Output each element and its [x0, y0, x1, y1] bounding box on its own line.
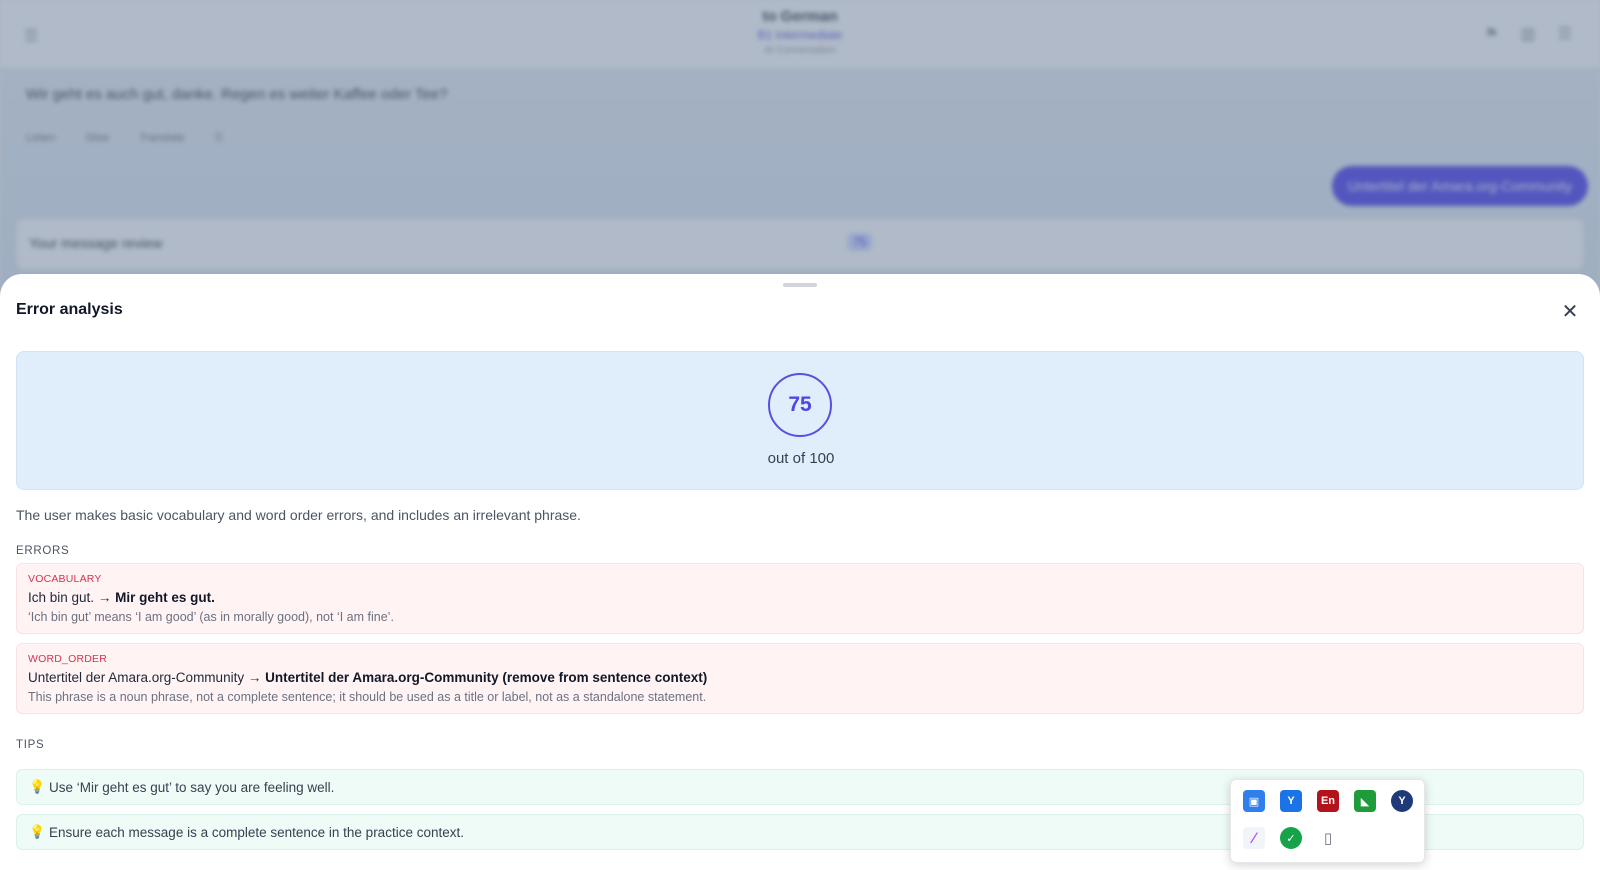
error-correction: Untertitel der Amara.org-Community (remo…	[265, 670, 708, 685]
error-original: Ich bin gut.	[28, 590, 95, 605]
security-shield-icon[interactable]: ✓	[1280, 827, 1302, 849]
arrow-icon: →	[97, 590, 112, 605]
error-type: VOCABULARY	[28, 573, 102, 585]
error-correction-line: Ich bin gut. → Mir geht es gut.	[28, 590, 215, 605]
error-correction-line: Untertitel der Amara.org-Community → Unt…	[28, 670, 707, 685]
lightbulb-icon: 💡	[29, 824, 46, 839]
close-icon[interactable]: ✕	[1558, 300, 1582, 324]
score-circle: 75	[768, 373, 832, 437]
modal-overlay[interactable]	[0, 0, 1600, 300]
lightbulb-icon: 💡	[29, 779, 46, 794]
error-correction: Mir geht es gut.	[115, 590, 215, 605]
errors-heading: ERRORS	[16, 545, 70, 557]
sheet-title: Error analysis	[16, 301, 123, 318]
score-card: 75 out of 100	[16, 351, 1584, 490]
error-type: WORD_ORDER	[28, 653, 108, 665]
error-item: WORD_ORDER Untertitel der Amara.org-Comm…	[16, 643, 1584, 714]
tips-heading: TIPS	[16, 739, 45, 751]
sheet-drag-handle[interactable]	[783, 283, 817, 287]
tip-text: Ensure each message is a complete senten…	[49, 825, 464, 840]
score-out-of: out of 100	[767, 450, 835, 467]
yandex-browser-icon[interactable]: Y	[1280, 790, 1302, 812]
dictionary-en-icon[interactable]: En	[1317, 790, 1339, 812]
display-settings-icon[interactable]: ▣	[1243, 790, 1265, 812]
usb-drive-icon[interactable]: ▯	[1317, 827, 1339, 849]
analysis-summary: The user makes basic vocabulary and word…	[16, 507, 581, 523]
system-tray-popup: ▣ Y En ◣ Y ∕ ✓ ▯	[1230, 779, 1425, 863]
arrow-icon: →	[247, 670, 262, 685]
error-original: Untertitel der Amara.org-Community	[28, 670, 245, 685]
tip-text: Use ‘Mir geht es gut’ to say you are fee…	[49, 780, 335, 795]
pen-icon[interactable]: ∕	[1243, 827, 1265, 849]
yandex-icon[interactable]: Y	[1391, 790, 1413, 812]
nvidia-icon[interactable]: ◣	[1354, 790, 1376, 812]
error-explanation: This phrase is a noun phrase, not a comp…	[28, 690, 707, 704]
error-item: VOCABULARY Ich bin gut. → Mir geht es gu…	[16, 563, 1584, 634]
error-explanation: ‘Ich bin gut’ means ‘I am good’ (as in m…	[28, 610, 394, 624]
